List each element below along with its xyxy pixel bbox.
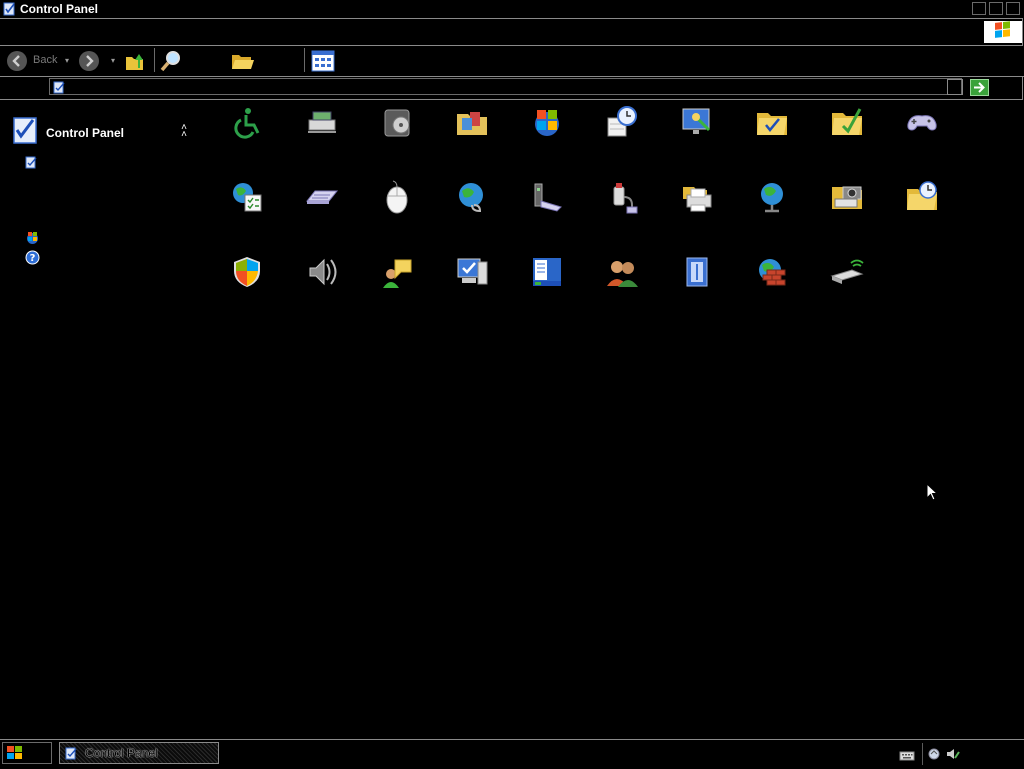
wireless-network-setup-icon[interactable]: [829, 254, 865, 290]
forward-dropdown-icon[interactable]: ▾: [111, 56, 115, 65]
phone-modem-icon[interactable]: [529, 179, 565, 215]
views-button[interactable]: [311, 50, 335, 72]
folder-up-icon: [126, 54, 143, 70]
maximize-button[interactable]: [989, 2, 1003, 15]
control-panel-small-icon: [65, 747, 77, 760]
windows-firewall-icon[interactable]: [754, 254, 790, 290]
add-remove-programs-icon[interactable]: [379, 104, 415, 140]
keyboard-icon[interactable]: [304, 179, 340, 215]
menu-bar: [0, 18, 1023, 46]
taskbar-button-label: Control Panel: [85, 746, 158, 760]
folders-button[interactable]: [231, 50, 255, 72]
back-arrow-icon: [7, 51, 27, 71]
windows-logo-icon: [7, 746, 22, 759]
start-button[interactable]: [2, 742, 52, 764]
administrative-tools-icon[interactable]: [454, 104, 490, 140]
windows-cardspace-icon[interactable]: [679, 254, 715, 290]
back-label: Back: [33, 54, 58, 66]
go-arrow-icon: [974, 82, 985, 93]
title-bar: [0, 0, 1024, 18]
display-icon[interactable]: [679, 104, 715, 140]
security-center-icon[interactable]: [229, 254, 265, 290]
toolbar-separator: [154, 48, 155, 72]
control-panel-small-icon: [25, 156, 37, 169]
keyboard-tray-icon[interactable]: [899, 749, 915, 761]
address-input[interactable]: [49, 78, 962, 95]
address-dropdown-button[interactable]: [947, 79, 963, 95]
automatic-updates-icon[interactable]: [529, 104, 565, 140]
back-dropdown-icon[interactable]: ▾: [65, 56, 69, 65]
go-button[interactable]: [970, 79, 989, 96]
volume-tray-icon[interactable]: [945, 746, 961, 762]
close-button[interactable]: [1006, 2, 1020, 15]
windows-flag-icon: [984, 21, 1022, 43]
taskbar-start-menu-icon[interactable]: [529, 254, 565, 290]
mouse-icon[interactable]: [379, 179, 415, 215]
game-controllers-icon[interactable]: [904, 104, 940, 140]
mouse-cursor-icon: [926, 482, 939, 502]
up-folder-button[interactable]: [124, 50, 146, 72]
back-button[interactable]: [6, 50, 28, 72]
control-panel-small-icon: [53, 81, 65, 94]
control-panel-large-icon: [11, 114, 43, 146]
sounds-icon[interactable]: [304, 254, 340, 290]
fonts-folder-icon[interactable]: [829, 104, 865, 140]
views-icon: [311, 50, 335, 72]
system-icon[interactable]: [454, 254, 490, 290]
add-hardware-icon[interactable]: [304, 104, 340, 140]
help-link[interactable]: ?: [25, 250, 40, 265]
user-accounts-icon[interactable]: [604, 254, 640, 290]
switch-view-link[interactable]: [25, 155, 39, 169]
internet-options-icon[interactable]: [229, 179, 265, 215]
control-panel-icon: [3, 2, 17, 16]
scanners-cameras-icon[interactable]: [829, 179, 865, 215]
network-connections-icon[interactable]: [454, 179, 490, 215]
regional-options-icon[interactable]: [754, 179, 790, 215]
printers-faxes-icon[interactable]: [679, 179, 715, 215]
toolbar-separator: [304, 48, 305, 72]
network-tray-icon[interactable]: [927, 746, 943, 762]
accessibility-icon[interactable]: [229, 104, 265, 140]
windows-update-link[interactable]: [25, 230, 40, 245]
folder-options-icon[interactable]: [754, 104, 790, 140]
search-icon: [160, 51, 180, 72]
minimize-button[interactable]: [972, 2, 986, 15]
date-time-icon[interactable]: [604, 104, 640, 140]
power-options-icon[interactable]: [604, 179, 640, 215]
collapse-chevron-icon[interactable]: ˄ ˄: [178, 123, 190, 140]
forward-button[interactable]: [78, 50, 100, 72]
left-pane-header: Control Panel: [46, 126, 125, 140]
windows-update-icon: [27, 232, 38, 244]
window-title: Control Panel: [20, 2, 99, 16]
search-button[interactable]: [159, 49, 183, 73]
tray-separator: [922, 743, 923, 765]
forward-arrow-icon: [79, 51, 99, 71]
svg-text:?: ?: [30, 253, 36, 264]
speech-icon[interactable]: [379, 254, 415, 290]
help-icon: ?: [25, 250, 40, 265]
scheduled-tasks-icon[interactable]: [904, 179, 940, 215]
folders-icon: [232, 55, 254, 69]
